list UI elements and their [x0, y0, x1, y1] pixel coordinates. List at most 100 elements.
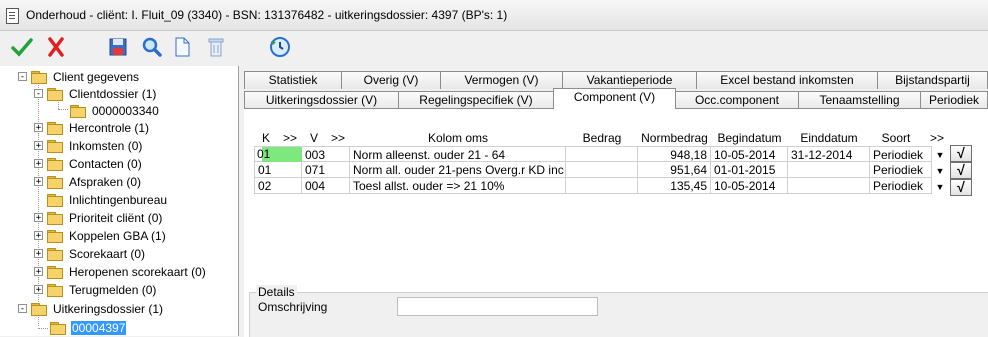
- grid-cell-einddatum[interactable]: [788, 178, 870, 194]
- tree-item-inkomsten[interactable]: + Inkomsten (0): [34, 137, 143, 154]
- tree-item-inlichtingenbureau[interactable]: Inlichtingenbureau: [47, 191, 168, 208]
- collapse-toggle[interactable]: -: [18, 304, 27, 314]
- tree-item-koppelen-gba[interactable]: + Koppelen GBA (1): [34, 227, 167, 244]
- grid-cell-soort[interactable]: Periodiek: [870, 178, 932, 194]
- checkmark-icon: [11, 38, 33, 57]
- soort-dropdown-arrow[interactable]: ▼: [933, 178, 947, 194]
- grid-cell-normbedrag[interactable]: 135,45: [638, 178, 711, 194]
- tab-bijstandspartij[interactable]: Bijstandspartij: [877, 71, 988, 89]
- column-header-v: V: [309, 131, 318, 145]
- tree-item-heropenen-scorekaart[interactable]: + Heropenen scorekaart (0): [34, 263, 207, 280]
- tab-occ-component[interactable]: Occ.component: [675, 91, 799, 109]
- tab-overig[interactable]: Overig (V): [341, 71, 441, 89]
- row-confirm-button[interactable]: √: [950, 162, 972, 179]
- grid-cell-v[interactable]: 003: [302, 146, 350, 162]
- tree-item-afspraken[interactable]: + Afspraken (0): [34, 173, 142, 190]
- expand-toggle[interactable]: +: [34, 177, 43, 187]
- expand-toggle[interactable]: +: [34, 141, 43, 151]
- grid-cell-bedrag[interactable]: [566, 162, 638, 178]
- grid-cell-begindatum[interactable]: 10-05-2014: [711, 178, 788, 194]
- grid-cell-soort[interactable]: Periodiek: [870, 162, 932, 178]
- document-icon: [175, 37, 190, 57]
- grid-cell-v[interactable]: 004: [302, 178, 350, 194]
- grid-cell-k[interactable]: 02: [254, 178, 302, 194]
- expand-toggle[interactable]: +: [34, 267, 43, 277]
- expand-toggle[interactable]: +: [34, 285, 43, 295]
- tree-item-terugmelden[interactable]: + Terugmelden (0): [34, 281, 157, 298]
- grid-cell-kolom-oms[interactable]: Toesl allst. ouder => 21 10%: [350, 178, 566, 194]
- grid-cell-einddatum[interactable]: [788, 162, 870, 178]
- tree-item-contacten[interactable]: + Contacten (0): [34, 155, 143, 172]
- grid-cell-bedrag[interactable]: [566, 178, 638, 194]
- soort-dropdown-arrow[interactable]: ▼: [933, 146, 947, 162]
- tab-uitkeringsdossier[interactable]: Uitkeringsdossier (V): [244, 91, 399, 109]
- refresh-button[interactable]: [266, 33, 294, 61]
- details-group: [249, 292, 988, 337]
- tree-item-client-gegevens[interactable]: - Client gegevens: [18, 68, 140, 85]
- tree-item-label: Koppelen GBA (1): [69, 228, 166, 243]
- folder-icon: [47, 265, 63, 279]
- tree-item-uitkeringsdossier[interactable]: - Uitkeringsdossier (1): [18, 300, 164, 317]
- save-button[interactable]: [104, 33, 132, 61]
- ok-button[interactable]: [8, 33, 36, 61]
- column-header-einddatum: Einddatum: [800, 131, 858, 145]
- delete-button[interactable]: [202, 33, 230, 61]
- folder-icon: [70, 104, 86, 118]
- tab-tenaamstelling[interactable]: Tenaamstelling: [798, 91, 921, 109]
- cancel-button[interactable]: [42, 33, 70, 61]
- column-header-soort-lookup[interactable]: >>: [926, 131, 948, 145]
- grid-cell-k-text: 01: [257, 147, 271, 161]
- tree-item-clientdossier[interactable]: - Clientdossier (1): [34, 85, 157, 102]
- expand-toggle[interactable]: +: [34, 159, 43, 169]
- trash-icon: [208, 38, 224, 57]
- grid-cell-soort[interactable]: Periodiek: [870, 146, 932, 162]
- grid-cell-einddatum[interactable]: 31-12-2014: [788, 146, 870, 162]
- omschrijving-field[interactable]: [397, 297, 598, 316]
- tree-item-label: Hercontrole (1): [69, 120, 150, 135]
- column-header-v-lookup[interactable]: >>: [326, 131, 350, 145]
- document-icon: [6, 8, 19, 24]
- save-icon: [109, 38, 127, 56]
- tree-item-uitkeringsdossier-record[interactable]: 00004397: [50, 319, 127, 336]
- tab-statistiek[interactable]: Statistiek: [244, 71, 342, 89]
- grid-cell-begindatum[interactable]: 10-05-2014: [711, 146, 788, 162]
- column-header-k-lookup[interactable]: >>: [278, 131, 302, 145]
- tab-periodiek[interactable]: Periodiek: [920, 91, 988, 109]
- tab-vermogen[interactable]: Vermogen (V): [440, 71, 563, 89]
- grid-cell-begindatum[interactable]: 01-01-2015: [711, 162, 788, 178]
- tree-item-scorekaart[interactable]: + Scorekaart (0): [34, 245, 146, 262]
- tree-item-label: 0000003340: [92, 103, 159, 118]
- new-document-button[interactable]: [168, 33, 196, 61]
- tree-item-prioriteit-client[interactable]: + Prioriteit cliënt (0): [34, 209, 163, 226]
- grid-cell-kolom-oms[interactable]: Norm alleenst. ouder 21 - 64: [350, 146, 566, 162]
- tree-item-label: Terugmelden (0): [69, 282, 157, 297]
- search-button[interactable]: [138, 33, 166, 61]
- row-confirm-button[interactable]: √: [950, 145, 972, 162]
- folder-icon: [47, 229, 63, 243]
- tree-item-label: Inkomsten (0): [69, 138, 143, 153]
- tab-regelingspecifiek[interactable]: Regelingspecifiek (V): [398, 91, 554, 109]
- folder-icon: [47, 283, 63, 297]
- grid-cell-normbedrag[interactable]: 951,64: [638, 162, 711, 178]
- expand-toggle[interactable]: +: [34, 213, 43, 223]
- expand-toggle[interactable]: +: [34, 249, 43, 259]
- row-confirm-button[interactable]: √: [950, 179, 972, 196]
- grid-cell-bedrag[interactable]: [566, 146, 638, 162]
- grid-cell-kolom-oms[interactable]: Norm all. ouder 21-pens Overg.r KD inc: [350, 162, 566, 178]
- soort-dropdown-arrow[interactable]: ▼: [933, 162, 947, 178]
- tree-item-clientdossier-record[interactable]: 0000003340: [70, 102, 160, 119]
- tree-item-label: Contacten (0): [69, 156, 142, 171]
- tree-item-hercontrole[interactable]: + Hercontrole (1): [34, 119, 150, 136]
- grid-cell-v[interactable]: 071: [302, 162, 350, 178]
- tab-vakantieperiode[interactable]: Vakantieperiode: [562, 71, 697, 89]
- tree-item-label: Scorekaart (0): [69, 246, 146, 261]
- tab-excel-bestand-inkomsten[interactable]: Excel bestand inkomsten: [696, 71, 878, 89]
- grid-cell-k[interactable]: 01: [254, 162, 302, 178]
- expand-toggle[interactable]: +: [34, 123, 43, 133]
- tab-component[interactable]: Component (V): [553, 88, 676, 109]
- column-header-normbedrag: Normbedrag: [641, 131, 708, 145]
- expand-toggle[interactable]: +: [34, 231, 43, 241]
- collapse-toggle[interactable]: -: [34, 89, 43, 99]
- grid-cell-normbedrag[interactable]: 948,18: [638, 146, 711, 162]
- collapse-toggle[interactable]: -: [18, 72, 27, 82]
